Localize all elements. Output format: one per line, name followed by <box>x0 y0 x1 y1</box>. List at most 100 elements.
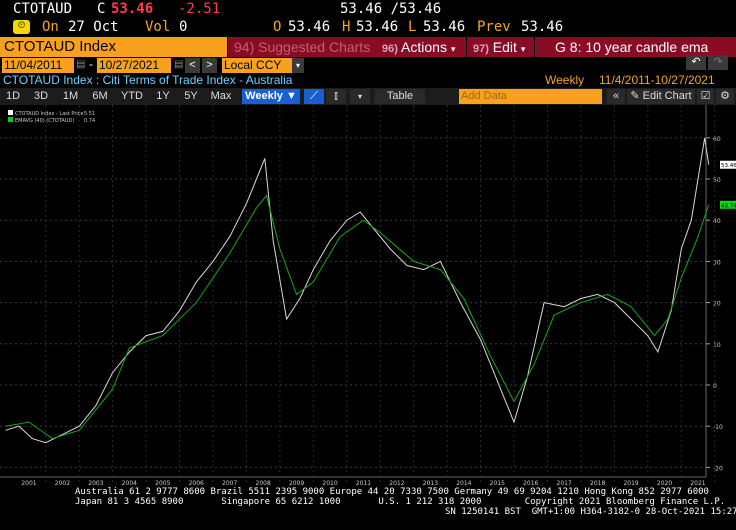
x-tick-label: 2014 <box>456 480 471 487</box>
period-button-1d[interactable]: 1D <box>2 89 24 104</box>
ticker: CTOTAUD <box>13 1 73 17</box>
x-tick-label: 2018 <box>590 480 605 487</box>
range-dash: - <box>89 57 93 71</box>
period-button-ytd[interactable]: YTD <box>117 89 147 104</box>
last-price-label: 53.46 <box>721 163 736 169</box>
prev-label: Prev <box>477 19 511 35</box>
price-change: -2.51 <box>178 1 221 17</box>
legend-value: 0.74 <box>84 118 95 124</box>
open-value: 53.46 <box>288 19 331 35</box>
y-tick-label: 20 <box>713 301 721 308</box>
low-value: 53.46 <box>423 19 466 35</box>
x-tick-label: 2008 <box>256 480 271 487</box>
price-line <box>5 137 710 444</box>
gear-icon[interactable]: ⚙ <box>716 89 734 104</box>
chart-area[interactable]: 6050403020100-10-20200120022003200420052… <box>0 105 736 487</box>
date-range-bar: 11/04/2011 ▤ - 10/27/2021 ▤ < > Local CC… <box>0 55 736 73</box>
x-tick-label: 2012 <box>389 480 404 487</box>
volume: 0 <box>179 19 188 35</box>
quote-line-2: ⏲ On 27 Oct Vol 0 O 53.46 H 53.46 L 53.4… <box>0 19 736 37</box>
line-chart-icon[interactable]: ⟋ <box>304 89 324 104</box>
low-label: L <box>408 19 417 35</box>
x-tick-label: 2004 <box>122 480 137 487</box>
chevron-down-icon[interactable]: ▾ <box>350 89 370 104</box>
frequency-select[interactable]: Weekly ▼ <box>242 89 300 104</box>
alert-icon[interactable]: ⏲ <box>13 20 30 34</box>
candle-chart-icon[interactable]: ⫾ <box>326 89 346 104</box>
x-tick-label: 2009 <box>289 480 304 487</box>
actions-menu[interactable]: 96) Actions ▾ <box>376 37 466 57</box>
period-button-max[interactable]: Max <box>208 89 234 104</box>
close-label: C <box>97 1 106 17</box>
vol-label: Vol <box>145 19 171 35</box>
table-button[interactable]: Table <box>375 89 425 104</box>
chart-title: CTOTAUD Index : Citi Terms of Trade Inde… <box>3 73 293 87</box>
prev-button[interactable]: < <box>185 58 200 73</box>
x-tick-label: 2017 <box>557 480 572 487</box>
x-tick-label: 2002 <box>55 480 70 487</box>
add-data-input[interactable]: Add Data <box>459 89 602 104</box>
start-date-input[interactable]: 11/04/2011 <box>2 58 74 73</box>
on-label: On <box>42 19 59 35</box>
redo-button[interactable]: ↷ <box>708 55 728 70</box>
date-span: 11/4/2011-10/27/2021 <box>599 73 715 87</box>
legend-label: EMAVG (40) (CTOTAUD) <box>15 118 74 124</box>
next-button[interactable]: > <box>202 58 217 73</box>
security-input[interactable]: CTOTAUD Index <box>0 37 227 57</box>
y-tick-label: 30 <box>713 259 721 266</box>
footer-contacts-2: Japan 81 3 4565 8900 Singapore 65 6212 1… <box>75 497 726 507</box>
x-tick-label: 2006 <box>189 480 204 487</box>
end-date-input[interactable]: 10/27/2021 <box>97 58 171 73</box>
x-tick-label: 2019 <box>623 480 638 487</box>
quote-line-1: CTOTAUD C 53.46 -2.51 53.46 /53.46 <box>0 1 736 19</box>
footer-session: SN 1250141 BST GMT+1:00 H364-3182-0 28-O… <box>445 507 736 517</box>
command-bar: CTOTAUD Index 94) Suggested Charts 96) A… <box>0 37 736 57</box>
period-button-5y[interactable]: 5Y <box>180 89 202 104</box>
undo-button[interactable]: ↶ <box>686 55 706 70</box>
period-label: Weekly <box>545 73 585 87</box>
x-tick-label: 2007 <box>222 480 237 487</box>
period-button-1y[interactable]: 1Y <box>152 89 174 104</box>
period-button-1m[interactable]: 1M <box>58 89 83 104</box>
open-label: O <box>273 19 282 35</box>
title-bar: CTOTAUD Index : Citi Terms of Trade Inde… <box>0 73 736 88</box>
ema-line <box>5 194 710 440</box>
close-price: 53.46 <box>111 1 154 17</box>
legend-label: CTOTAUD Index - Last Price <box>15 111 84 117</box>
x-tick-label: 2010 <box>322 480 337 487</box>
edit-number: 97) <box>473 43 489 55</box>
legend-value: 5.51 <box>84 111 95 117</box>
legend-swatch <box>8 117 13 122</box>
suggested-charts-button[interactable]: 94) Suggested Charts <box>228 37 376 57</box>
currency-select[interactable]: Local CCY <box>222 58 292 73</box>
high-label: H <box>342 19 351 35</box>
edit-label: Edit <box>492 39 517 55</box>
high-value: 53.46 <box>356 19 399 35</box>
x-tick-label: 2003 <box>88 480 103 487</box>
prev-value: 53.46 <box>521 19 564 35</box>
calendar-icon[interactable]: ▤ <box>174 59 183 70</box>
x-tick-label: 2013 <box>423 480 438 487</box>
chart-name: G 8: 10 year candle ema <box>535 37 736 57</box>
x-tick-label: 2016 <box>523 480 538 487</box>
collapse-icon[interactable]: « <box>607 89 625 104</box>
period-button-3d[interactable]: 3D <box>29 89 53 104</box>
x-tick-label: 2005 <box>155 480 170 487</box>
calendar-icon[interactable]: ▤ <box>76 59 85 70</box>
edit-chart-button[interactable]: ✎ Edit Chart <box>627 89 695 104</box>
chevron-down-icon[interactable]: ▾ <box>292 58 304 73</box>
ema-value-label: 43.74 <box>721 203 736 209</box>
y-tick-label: 60 <box>713 136 721 143</box>
x-tick-label: 2020 <box>657 480 672 487</box>
edit-chart-label: Edit Chart <box>642 90 692 102</box>
x-tick-label: 2001 <box>21 480 36 487</box>
quote-date: 27 Oct <box>68 19 119 35</box>
annotate-icon[interactable]: ☑ <box>697 89 714 104</box>
period-button-6m[interactable]: 6M <box>88 89 112 104</box>
x-tick-label: 2015 <box>490 480 505 487</box>
edit-menu[interactable]: 97) Edit ▾ <box>467 37 534 57</box>
y-tick-label: 10 <box>713 342 721 349</box>
x-tick-label: 2011 <box>356 480 371 487</box>
y-tick-label: 40 <box>713 218 721 225</box>
x-tick-label: 2021 <box>690 480 705 487</box>
